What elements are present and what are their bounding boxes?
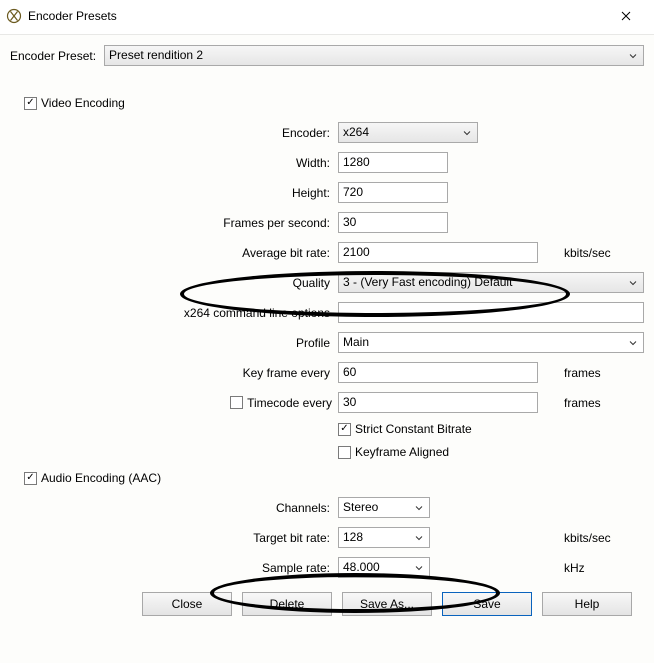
encoder-preset-select[interactable]: Preset rendition 2 bbox=[104, 45, 644, 66]
height-input[interactable]: 720 bbox=[338, 182, 448, 203]
avg-bitrate-input[interactable]: 2100 bbox=[338, 242, 538, 263]
save-as-button[interactable]: Save As... bbox=[342, 592, 432, 616]
keyframe-aligned-checkbox[interactable] bbox=[338, 446, 351, 459]
timecode-checkbox[interactable] bbox=[230, 396, 243, 409]
fps-label: Frames per second: bbox=[10, 216, 332, 230]
avg-bitrate-label: Average bit rate: bbox=[10, 246, 332, 260]
chevron-down-icon bbox=[411, 529, 427, 546]
channels-value: Stereo bbox=[343, 498, 378, 517]
encoder-select[interactable]: x264 bbox=[338, 122, 478, 143]
encoder-value: x264 bbox=[343, 123, 369, 142]
quality-value: 3 - (Very Fast encoding) Default bbox=[343, 273, 512, 292]
profile-value: Main bbox=[343, 333, 369, 352]
timecode-unit: frames bbox=[562, 396, 644, 410]
strict-cbr-label: Strict Constant Bitrate bbox=[355, 422, 472, 436]
encoder-preset-label: Encoder Preset: bbox=[10, 49, 96, 63]
encoder-label: Encoder: bbox=[10, 126, 332, 140]
strict-cbr-checkbox[interactable]: ✓ bbox=[338, 423, 351, 436]
audio-encoding-checkbox[interactable]: ✓ bbox=[24, 472, 37, 485]
audio-encoding-label: Audio Encoding (AAC) bbox=[41, 471, 161, 485]
target-bitrate-value: 128 bbox=[343, 528, 363, 547]
save-button[interactable]: Save bbox=[442, 592, 532, 616]
keyframe-unit: frames bbox=[562, 366, 644, 380]
window-title: Encoder Presets bbox=[28, 9, 117, 23]
sample-rate-select[interactable]: 48.000 bbox=[338, 557, 430, 578]
target-bitrate-label: Target bit rate: bbox=[10, 531, 332, 545]
keyframe-input[interactable]: 60 bbox=[338, 362, 538, 383]
delete-button[interactable]: Delete bbox=[242, 592, 332, 616]
avg-bitrate-unit: kbits/sec bbox=[562, 246, 644, 260]
encoder-preset-value: Preset rendition 2 bbox=[109, 46, 203, 65]
chevron-down-icon bbox=[411, 559, 427, 576]
help-button[interactable]: Help bbox=[542, 592, 632, 616]
cmdline-input[interactable] bbox=[338, 302, 644, 323]
titlebar: Encoder Presets bbox=[0, 0, 654, 35]
chevron-down-icon bbox=[625, 334, 641, 351]
close-button[interactable]: Close bbox=[142, 592, 232, 616]
video-encoding-label: Video Encoding bbox=[41, 96, 125, 110]
width-label: Width: bbox=[10, 156, 332, 170]
chevron-down-icon bbox=[625, 274, 641, 291]
sample-rate-value: 48.000 bbox=[343, 558, 380, 577]
close-icon bbox=[621, 11, 631, 21]
width-input[interactable]: 1280 bbox=[338, 152, 448, 173]
channels-label: Channels: bbox=[10, 501, 332, 515]
chevron-down-icon bbox=[411, 499, 427, 516]
channels-select[interactable]: Stereo bbox=[338, 497, 430, 518]
keyframe-label: Key frame every bbox=[10, 366, 332, 380]
keyframe-aligned-label: Keyframe Aligned bbox=[355, 445, 449, 459]
quality-label: Quality bbox=[10, 276, 332, 290]
target-bitrate-select[interactable]: 128 bbox=[338, 527, 430, 548]
timecode-label: Timecode every bbox=[247, 396, 332, 410]
profile-select[interactable]: Main bbox=[338, 332, 644, 353]
app-icon bbox=[6, 8, 22, 24]
target-bitrate-unit: kbits/sec bbox=[562, 531, 644, 545]
timecode-input[interactable]: 30 bbox=[338, 392, 538, 413]
cmdline-label: x264 command line options bbox=[10, 306, 332, 320]
sample-rate-unit: kHz bbox=[562, 561, 644, 575]
close-button[interactable] bbox=[606, 4, 646, 28]
height-label: Height: bbox=[10, 186, 332, 200]
video-encoding-checkbox[interactable]: ✓ bbox=[24, 97, 37, 110]
sample-rate-label: Sample rate: bbox=[10, 561, 332, 575]
chevron-down-icon bbox=[625, 47, 641, 64]
chevron-down-icon bbox=[459, 124, 475, 141]
quality-select[interactable]: 3 - (Very Fast encoding) Default bbox=[338, 272, 644, 293]
fps-input[interactable]: 30 bbox=[338, 212, 448, 233]
profile-label: Profile bbox=[10, 336, 332, 350]
